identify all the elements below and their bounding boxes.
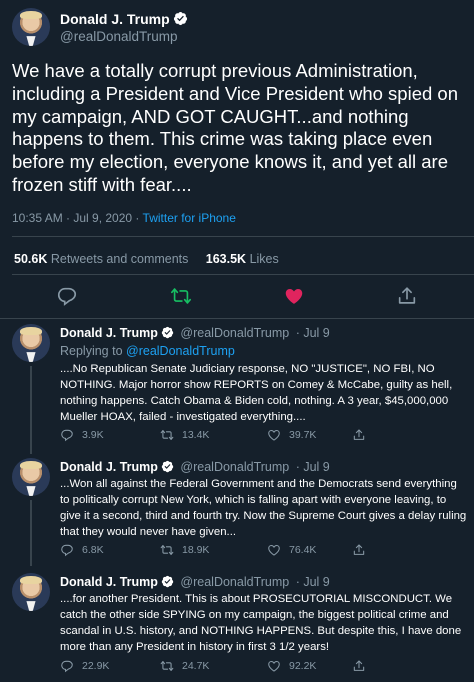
share-icon[interactable] — [352, 543, 366, 557]
reply-header: Donald J. Trump @realDonaldTrump · Jul 9 — [60, 460, 330, 474]
author-handle[interactable]: @realDonaldTrump — [180, 575, 289, 589]
retweet-action[interactable]: 24.7K — [160, 659, 209, 673]
thread-line — [30, 366, 32, 454]
reply-action[interactable]: 3.9K — [60, 428, 104, 442]
reply-count: 22.9K — [82, 660, 110, 672]
share-icon[interactable] — [352, 659, 366, 673]
divider — [0, 318, 474, 319]
replying-label: Replying to — [60, 344, 127, 358]
reply-action[interactable]: 6.8K — [60, 543, 104, 557]
retweets-count: 50.6K — [14, 252, 48, 266]
like-icon[interactable] — [267, 543, 281, 557]
like-action[interactable]: 39.7K — [267, 428, 316, 442]
replying-to-link[interactable]: @realDonaldTrump — [126, 344, 235, 358]
likes-label: Likes — [249, 252, 279, 266]
avatar[interactable] — [12, 458, 50, 496]
divider — [12, 236, 474, 237]
reply-count: 6.8K — [82, 544, 104, 556]
avatar[interactable] — [12, 8, 50, 46]
like-icon[interactable] — [267, 428, 281, 442]
like-icon[interactable] — [283, 285, 305, 307]
retweets-stat[interactable]: 50.6K Retweets and comments — [14, 252, 188, 266]
divider — [12, 274, 474, 275]
retweet-icon[interactable] — [160, 659, 174, 673]
verified-badge-icon — [161, 460, 174, 473]
share-action[interactable] — [352, 428, 374, 442]
verified-badge-icon — [161, 575, 174, 588]
author-handle[interactable]: @realDonaldTrump — [60, 29, 178, 44]
retweets-label: Retweets and comments — [50, 252, 189, 266]
retweet-icon[interactable] — [160, 543, 174, 557]
author-name[interactable]: Donald J. Trump — [60, 460, 158, 474]
author-handle[interactable]: @realDonaldTrump — [180, 326, 289, 340]
tweet-actions: 3.9K 13.4K 39.7K — [60, 428, 460, 444]
tweet-text: ....No Republican Senate Judiciary respo… — [60, 363, 453, 423]
avatar[interactable] — [12, 324, 50, 362]
replying-to: Replying to @realDonaldTrump — [60, 344, 235, 358]
tweet-text: ....for another President. This is about… — [60, 593, 462, 653]
author-name-text[interactable]: Donald J. Trump — [60, 11, 170, 27]
reply-tweet[interactable]: Donald J. Trump @realDonaldTrump · Jul 9… — [0, 458, 474, 566]
reply-tweet[interactable]: Donald J. Trump @realDonaldTrump · Jul 9… — [0, 573, 474, 681]
retweet-count: 18.9K — [182, 544, 210, 556]
thread-line — [30, 500, 32, 566]
reply-icon[interactable] — [60, 543, 74, 557]
avatar[interactable] — [12, 573, 50, 611]
share-icon[interactable] — [352, 428, 366, 442]
reply-action[interactable]: 22.9K — [60, 659, 109, 673]
tweet-source-link[interactable]: Twitter for iPhone — [143, 211, 236, 225]
share-icon[interactable] — [396, 285, 418, 307]
reply-icon[interactable] — [60, 428, 74, 442]
reply-header: Donald J. Trump @realDonaldTrump · Jul 9 — [60, 326, 330, 340]
tweet-date[interactable]: · Jul 9 — [296, 326, 330, 340]
share-action[interactable] — [352, 543, 374, 557]
engagement-stats: 50.6K Retweets and comments 163.5K Likes — [14, 252, 279, 266]
likes-stat[interactable]: 163.5K Likes — [206, 252, 279, 266]
like-icon[interactable] — [267, 659, 281, 673]
like-count: 39.7K — [289, 429, 317, 441]
retweet-action[interactable]: 13.4K — [160, 428, 209, 442]
reply-icon[interactable] — [56, 285, 78, 307]
tweet-date[interactable]: · Jul 9 — [296, 575, 330, 589]
reply-tweet[interactable]: Donald J. Trump @realDonaldTrump · Jul 9… — [0, 324, 474, 454]
tweet-actions: 6.8K 18.9K 76.4K — [60, 543, 460, 559]
tweet-metadata: 10:35 AM · Jul 9, 2020 · Twitter for iPh… — [12, 211, 236, 225]
author-name[interactable]: Donald J. Trump — [60, 326, 158, 340]
tweet-text: We have a totally corrupt previous Admin… — [12, 60, 459, 195]
verified-badge-icon — [161, 326, 174, 339]
reply-header: Donald J. Trump @realDonaldTrump · Jul 9 — [60, 575, 330, 589]
tweet-actions: 22.9K 24.7K 92.2K — [60, 659, 460, 675]
retweet-icon[interactable] — [160, 428, 174, 442]
tweet-actions — [0, 285, 474, 309]
tweet-text: ...Won all against the Federal Governmen… — [60, 478, 467, 538]
retweet-count: 24.7K — [182, 660, 210, 672]
like-count: 92.2K — [289, 660, 317, 672]
like-count: 76.4K — [289, 544, 317, 556]
share-action[interactable] — [352, 659, 374, 673]
author-name[interactable]: Donald J. Trump — [60, 11, 188, 27]
author-name[interactable]: Donald J. Trump — [60, 575, 158, 589]
like-action[interactable]: 76.4K — [267, 543, 316, 557]
verified-badge-icon — [173, 11, 188, 26]
tweet-date[interactable]: · Jul 9 — [296, 460, 330, 474]
author-handle[interactable]: @realDonaldTrump — [180, 460, 289, 474]
reply-count: 3.9K — [82, 429, 104, 441]
likes-count: 163.5K — [205, 252, 247, 266]
like-action[interactable]: 92.2K — [267, 659, 316, 673]
tweet-timestamp[interactable]: 10:35 AM · Jul 9, 2020 · — [12, 211, 143, 225]
retweet-count: 13.4K — [182, 429, 210, 441]
retweet-action[interactable]: 18.9K — [160, 543, 209, 557]
reply-icon[interactable] — [60, 659, 74, 673]
retweet-icon[interactable] — [170, 285, 192, 307]
